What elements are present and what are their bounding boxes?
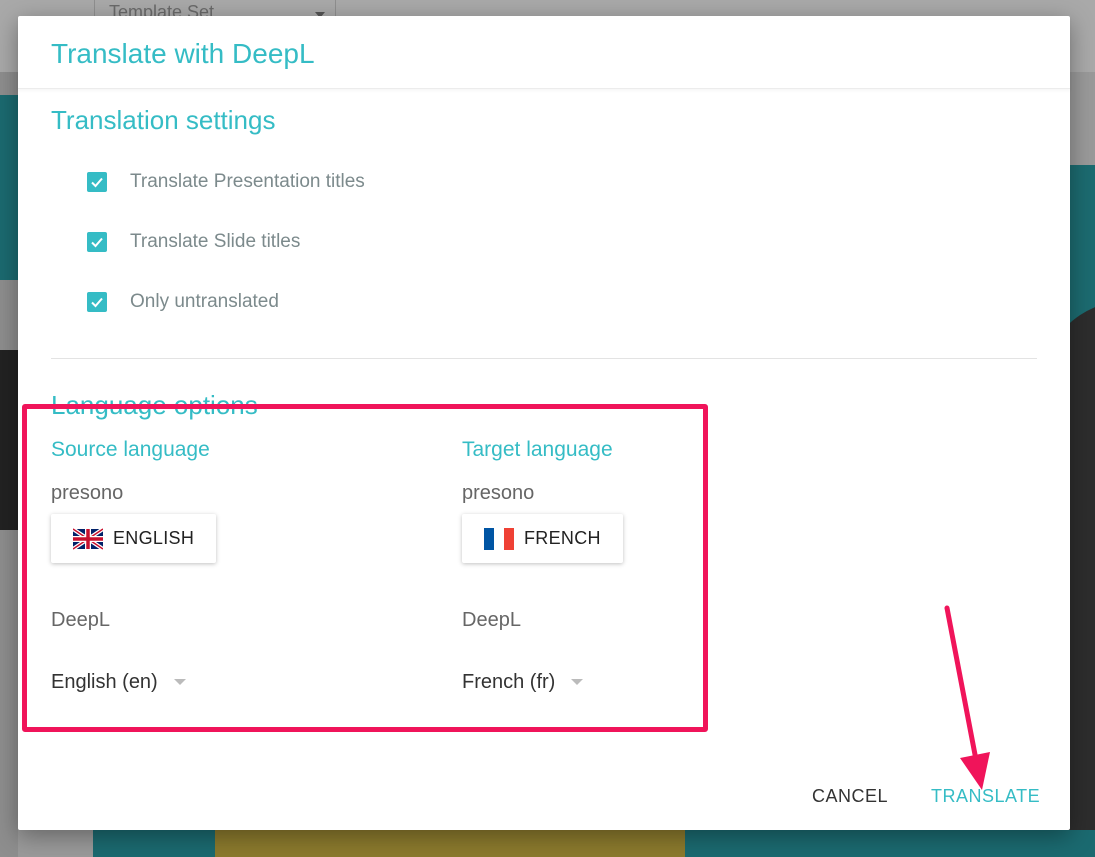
dialog-header: Translate with DeepL — [18, 16, 1070, 89]
background-thumbnail — [0, 350, 18, 530]
option-translate-presentation-titles[interactable]: Translate Presentation titles — [87, 170, 365, 194]
option-translate-slide-titles[interactable]: Translate Slide titles — [87, 230, 300, 254]
cancel-button[interactable]: CANCEL — [812, 786, 888, 807]
annotation-arrow-icon — [944, 605, 990, 790]
dialog-title: Translate with DeepL — [51, 38, 315, 69]
option-only-untranslated[interactable]: Only untranslated — [87, 290, 279, 314]
checkbox-checked-icon[interactable] — [87, 172, 107, 192]
background-thumbnail — [0, 95, 18, 280]
section-divider — [51, 358, 1037, 359]
background-slide-shape — [215, 830, 685, 857]
option-label: Translate Slide titles — [130, 231, 301, 252]
annotation-highlight-box — [22, 404, 708, 732]
checkbox-checked-icon[interactable] — [87, 292, 107, 312]
option-label: Translate Presentation titles — [130, 171, 365, 192]
translation-settings-title: Translation settings — [51, 105, 276, 135]
checkbox-checked-icon[interactable] — [87, 232, 107, 252]
option-label: Only untranslated — [130, 291, 279, 312]
